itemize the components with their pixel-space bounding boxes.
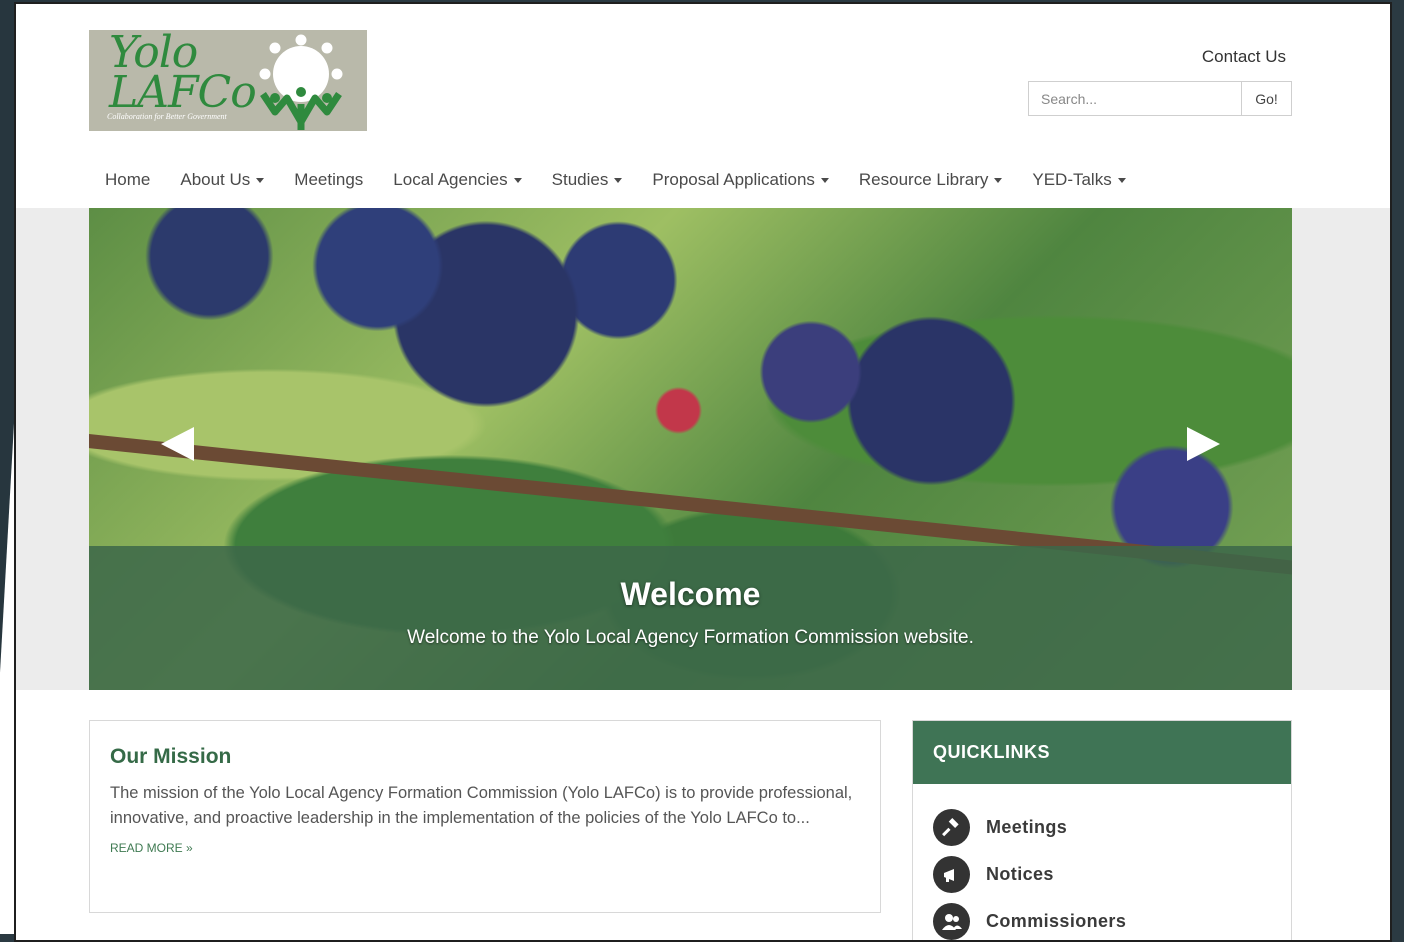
nav-item-resource-library[interactable]: Resource Library <box>844 170 1017 190</box>
read-more-link[interactable]: READ MORE » <box>110 841 860 855</box>
site-logo[interactable]: Yolo LAFCo Collaboration for Better Gove… <box>89 30 367 131</box>
quicklink-notices[interactable]: Notices <box>933 851 1291 898</box>
hero-carousel: Welcome Welcome to the Yolo Local Agency… <box>89 208 1292 690</box>
quicklink-commissioners[interactable]: Commissioners <box>933 898 1291 940</box>
hero-subtitle: Welcome to the Yolo Local Agency Formati… <box>407 627 974 648</box>
caret-down-icon <box>1117 177 1126 183</box>
nav-label: Meetings <box>294 170 364 189</box>
nav-label: Studies <box>551 170 609 189</box>
mission-panel: Our Mission The mission of the Yolo Loca… <box>89 720 881 913</box>
search-input[interactable] <box>1029 82 1241 115</box>
logo-line-2: LAFCo <box>109 67 257 118</box>
megaphone-icon <box>933 856 970 893</box>
browser-page: Yolo LAFCo Collaboration for Better Gove… <box>14 2 1392 942</box>
quicklinks-list: Meetings Notices Commissioners <box>913 784 1291 940</box>
quicklink-label: Commissioners <box>986 911 1127 931</box>
quicklinks-title: QUICKLINKS <box>913 721 1291 784</box>
nav-item-about-us[interactable]: About Us <box>165 170 279 190</box>
nav-label: Local Agencies <box>393 170 508 189</box>
caret-down-icon <box>994 177 1003 183</box>
nav-label: YED-Talks <box>1032 170 1112 189</box>
nav-item-yed-talks[interactable]: YED-Talks <box>1017 170 1140 190</box>
site-header: Yolo LAFCo Collaboration for Better Gove… <box>16 4 1390 208</box>
hero-caption: Welcome Welcome to the Yolo Local Agency… <box>89 546 1292 690</box>
caret-down-icon <box>614 177 623 183</box>
caret-down-icon <box>256 177 265 183</box>
caret-down-icon <box>513 177 522 183</box>
people-circle-icon <box>259 34 343 130</box>
nav-item-home[interactable]: Home <box>90 170 165 190</box>
quicklinks-panel: QUICKLINKS Meetings Notices Commissioner… <box>912 720 1292 940</box>
hero-title: Welcome <box>620 576 761 612</box>
logo-wordmark: Yolo LAFCo <box>109 31 257 118</box>
contact-us-link[interactable]: Contact Us <box>1202 47 1286 67</box>
nav-label: Proposal Applications <box>652 170 815 189</box>
mission-text: The mission of the Yolo Local Agency For… <box>110 784 853 827</box>
main-nav: Home About Us Meetings Local Agencies St… <box>90 164 1141 196</box>
people-icon <box>933 903 970 940</box>
nav-item-studies[interactable]: Studies <box>537 170 638 190</box>
quicklink-label: Meetings <box>986 817 1068 837</box>
quicklink-meetings[interactable]: Meetings <box>933 804 1291 851</box>
nav-label: About Us <box>180 170 251 189</box>
nav-label: Home <box>105 170 151 189</box>
quicklink-label: Notices <box>986 864 1054 884</box>
nav-label: Resource Library <box>858 170 989 189</box>
logo-tagline: Collaboration for Better Government <box>107 112 227 121</box>
nav-item-local-agencies[interactable]: Local Agencies <box>378 170 536 190</box>
gavel-icon <box>933 809 970 846</box>
carousel-prev-icon[interactable] <box>161 427 194 461</box>
search-form: Go! <box>1028 81 1292 116</box>
nav-item-proposal-applications[interactable]: Proposal Applications <box>637 170 844 190</box>
nav-item-meetings[interactable]: Meetings <box>279 170 378 190</box>
mission-title: Our Mission <box>110 745 232 768</box>
carousel-next-icon[interactable] <box>1187 427 1220 461</box>
search-go-button[interactable]: Go! <box>1241 82 1291 115</box>
caret-down-icon <box>820 177 829 183</box>
